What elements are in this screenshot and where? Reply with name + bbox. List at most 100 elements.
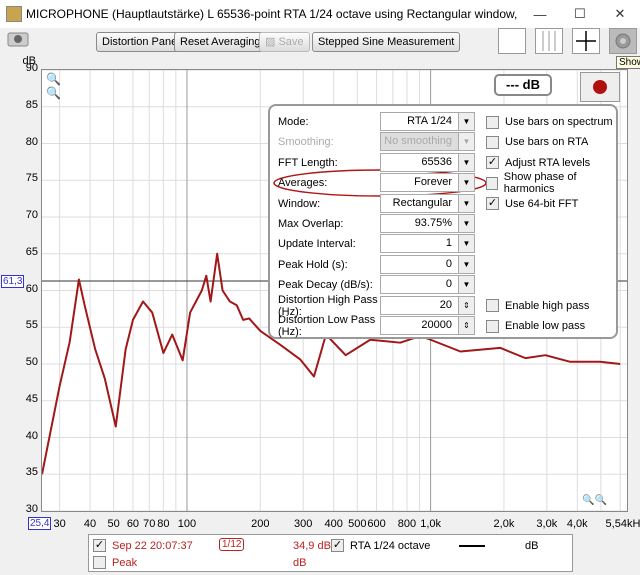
reset-averaging-button[interactable]: Reset Averaging — [174, 32, 267, 52]
setting-label: Peak Decay (dB/s): — [278, 279, 373, 292]
setting-spinner[interactable]: 20 ⇕ — [380, 295, 475, 315]
x-tick-label: 50 — [107, 518, 120, 530]
setting-value: 20000 — [421, 319, 452, 331]
x-tick-label: 2,0k — [493, 518, 515, 530]
y-tick-label: 40 — [25, 429, 38, 442]
tooltip: Show — [616, 56, 640, 69]
x-tick-label: 3,0k — [536, 518, 558, 530]
option-checkbox[interactable]: ✓ Use 64-bit FFT — [486, 194, 578, 214]
x-tick-label: 800 — [397, 518, 417, 530]
x-tick-label: 600 — [367, 518, 386, 530]
save-button[interactable]: ▨ Save — [259, 32, 310, 52]
trace-checkbox[interactable]: ✓ — [93, 539, 106, 552]
record-icon — [593, 80, 607, 94]
x-tick-label: 4,0k — [566, 518, 588, 530]
zoom-in-icon[interactable]: 🔍 — [46, 72, 61, 86]
setting-row: Smoothing: — [278, 132, 383, 152]
option-checkbox[interactable]: Use bars on spectrum — [486, 112, 613, 132]
close-button[interactable]: ✕ — [600, 6, 640, 22]
setting-value: 0 — [445, 278, 452, 291]
move-arrows-icon[interactable] — [572, 28, 600, 54]
checkbox-box[interactable] — [486, 319, 499, 333]
dropdown-arrow-icon[interactable]: ▼ — [458, 153, 474, 171]
rta-checkbox[interactable]: ✓ — [331, 539, 344, 552]
dropdown-arrow-icon[interactable]: ▼ — [458, 255, 474, 273]
setting-label: Peak Hold (s): — [278, 258, 348, 271]
checkbox-box[interactable]: ✓ — [486, 156, 499, 170]
zoom-controls-icon[interactable]: 🔍🔍 — [582, 495, 607, 506]
checkbox-box[interactable]: ✓ — [486, 197, 499, 211]
toolbar: Distortion Panel Reset Averaging ▨ Save … — [0, 28, 640, 69]
x-tick-label: 80 — [157, 518, 170, 530]
rta-line-swatch — [459, 545, 485, 547]
y-tick-label: 70 — [25, 209, 38, 221]
dropdown-arrow-icon[interactable]: ▼ — [458, 113, 474, 130]
zoom-out-icon[interactable]: 🔍 — [46, 86, 61, 100]
checkbox-box[interactable] — [486, 176, 498, 190]
y-tick-label: 50 — [25, 356, 38, 368]
checkbox-box[interactable] — [486, 299, 499, 313]
stepped-sine-button[interactable]: Stepped Sine Measurement — [312, 32, 461, 52]
checkbox-label: Enable low pass — [505, 320, 586, 332]
spinner-arrows-icon[interactable]: ⇕ — [458, 317, 474, 334]
maximize-button[interactable]: ☐ — [560, 6, 600, 22]
dropdown-arrow-icon[interactable]: ▼ — [458, 235, 474, 253]
setting-dropdown[interactable]: 0 ▼ — [380, 254, 475, 274]
option-checkbox[interactable]: Use bars on RTA — [486, 132, 588, 152]
graph-layout-icon[interactable] — [498, 28, 526, 54]
y-tick-label: 75 — [25, 172, 38, 185]
setting-dropdown[interactable]: 0 ▼ — [380, 275, 475, 295]
setting-dropdown[interactable]: No smoothing ▼ — [380, 132, 475, 152]
gear-icon[interactable] — [609, 28, 637, 54]
y-tick-label: 30 — [25, 503, 38, 515]
x-tick-label: 500 — [348, 518, 367, 530]
record-button[interactable] — [580, 72, 620, 102]
setting-row: Peak Decay (dB/s): — [278, 275, 383, 295]
checkbox-label: Use 64-bit FFT — [505, 197, 579, 210]
dropdown-arrow-icon[interactable]: ▼ — [458, 194, 474, 212]
setting-dropdown[interactable]: 65536 ▼ — [380, 152, 475, 172]
setting-dropdown[interactable]: RTA 1/24 octave▼ — [380, 112, 475, 144]
x-tick-label: 100 — [177, 518, 197, 530]
x-tick-label: 300 — [294, 518, 313, 530]
setting-row: Max Overlap: — [278, 214, 383, 234]
dropdown-arrow-icon[interactable]: ▼ — [458, 174, 474, 192]
x-tick-label: 30 — [53, 518, 66, 530]
checkbox-label: Adjust RTA levels — [505, 156, 591, 169]
setting-label: Distortion Low Pass (Hz): — [278, 314, 376, 338]
setting-dropdown[interactable]: Forever ▼ — [380, 173, 475, 193]
setting-spinner[interactable]: 20000 ⇕ — [380, 316, 475, 335]
camera-icon[interactable] — [6, 28, 34, 54]
y-tick-label: 45 — [25, 392, 38, 405]
legend: ✓ Sep 22 20:07:37 1/12 34,9 dB ✓ RTA 1/2… — [88, 534, 573, 572]
y-tick-label: 65 — [25, 245, 38, 258]
minimize-button[interactable]: — — [520, 7, 560, 22]
checkbox-box[interactable] — [486, 135, 499, 149]
dropdown-arrow-icon[interactable]: ▼ — [458, 276, 474, 294]
columns-icon[interactable] — [535, 28, 563, 54]
option-checkbox[interactable]: ✓ Adjust RTA levels — [486, 153, 590, 173]
setting-dropdown[interactable]: 1 ▼ — [380, 234, 475, 254]
distortion-panel-button[interactable]: Distortion Panel — [96, 32, 186, 52]
dropdown-arrow-icon[interactable]: ▼ — [458, 215, 474, 232]
setting-value: Rectangular — [392, 196, 452, 209]
option-checkbox[interactable]: Show phase of harmonics — [486, 171, 616, 196]
smoothing-badge[interactable]: 1/12 — [219, 538, 245, 551]
setting-dropdown[interactable]: Rectangular ▼ — [380, 193, 475, 213]
rta-unit: dB — [525, 540, 539, 552]
cursor-x-readout: 25,4 — [28, 517, 52, 530]
x-tick-label: 400 — [324, 518, 343, 530]
checkbox-label: Show phase of harmonics — [503, 171, 577, 196]
save-label: Save — [278, 36, 304, 48]
setting-value: 0 — [445, 257, 452, 270]
settings-panel: Mode: RTA 1/24 octave▼ Smoothing: No smooth… — [268, 104, 618, 339]
dropdown-arrow-icon[interactable]: ▼ — [458, 133, 474, 151]
enable-low-pass-checkbox[interactable]: Enable low pass — [486, 316, 585, 336]
peak-checkbox[interactable] — [93, 556, 106, 569]
setting-label: Update Interval: — [278, 238, 356, 251]
spinner-arrows-icon[interactable]: ⇕ — [458, 296, 474, 314]
setting-dropdown[interactable]: 93.75% ▼ — [380, 214, 475, 233]
checkbox-label: Use bars on spectrum — [505, 116, 613, 128]
enable-high-pass-checkbox[interactable]: Enable high pass — [486, 296, 589, 316]
checkbox-box[interactable] — [486, 115, 499, 129]
